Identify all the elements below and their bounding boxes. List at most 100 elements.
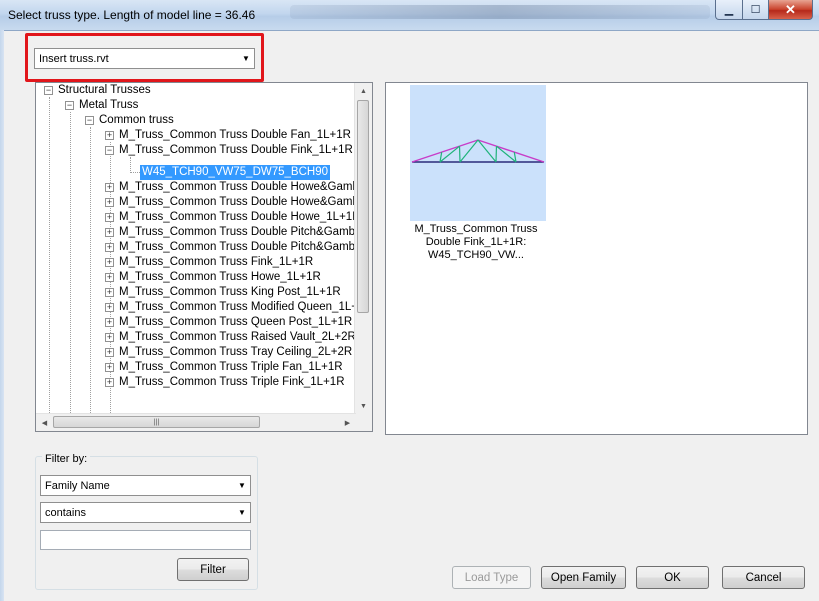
tree-node-label: M_Truss_Common Truss Modified Queen_1L+1 — [119, 301, 356, 313]
load-type-button[interactable]: Load Type — [452, 566, 531, 589]
tree-node-label: Metal Truss — [79, 99, 139, 111]
tree-node-family[interactable]: + M_Truss_Common Truss Double Howe_1L+1R — [105, 210, 356, 225]
tree-node-category[interactable]: − Common truss — [85, 113, 176, 128]
chevron-down-icon: ▼ — [238, 481, 246, 490]
tree-node-label: M_Truss_Common Truss Double Howe_1L+1R — [119, 211, 356, 223]
close-icon: ✕ — [785, 1, 796, 17]
tree-node-family[interactable]: + M_Truss_Common Truss King Post_1L+1R — [105, 285, 343, 300]
expand-icon[interactable]: + — [105, 213, 114, 222]
filter-field-select[interactable]: Family Name ▼ — [40, 475, 251, 496]
scroll-up-icon[interactable]: ▲ — [355, 83, 372, 100]
expand-icon[interactable]: + — [105, 273, 114, 282]
expand-icon[interactable]: + — [105, 228, 114, 237]
tree-node-family[interactable]: + M_Truss_Common Truss Double Pitch&Gambr… — [105, 225, 356, 240]
tree-node-label: M_Truss_Common Truss Double Fan_1L+1R — [119, 129, 351, 141]
scroll-down-icon[interactable]: ▼ — [355, 398, 372, 415]
tree-node-family[interactable]: + M_Truss_Common Truss Tray Ceiling_2L+2R — [105, 345, 354, 360]
tree-node-label: M_Truss_Common Truss Double Pitch&Gambre — [119, 226, 356, 238]
tree-node-label: Common truss — [99, 114, 174, 126]
tree-vertical-scrollbar[interactable]: ▲ ▼ — [354, 83, 372, 415]
expand-icon[interactable]: + — [105, 131, 114, 140]
tree-node-label: M_Truss_Common Truss Double Howe&Gambr — [119, 181, 356, 193]
expand-icon[interactable]: + — [105, 348, 114, 357]
tree-node-label: M_Truss_Common Truss King Post_1L+1R — [119, 286, 341, 298]
tree-horizontal-scrollbar[interactable]: ◀ ||| ▶ — [36, 413, 356, 431]
title-bar-background-text — [290, 5, 710, 19]
expand-icon[interactable]: + — [105, 303, 114, 312]
tree-node-label: M_Truss_Common Truss Howe_1L+1R — [119, 271, 321, 283]
tree-node-label: M_Truss_Common Truss Fink_1L+1R — [119, 256, 314, 268]
scroll-thumb[interactable]: ||| — [53, 416, 260, 428]
tree-node-family[interactable]: + M_Truss_Common Truss Raised Vault_2L+2R — [105, 330, 356, 345]
tree-line — [130, 157, 131, 173]
tree-node-family[interactable]: + M_Truss_Common Truss Fink_1L+1R — [105, 255, 315, 270]
expand-icon[interactable]: + — [105, 288, 114, 297]
file-select[interactable]: Insert truss.rvt ▼ — [34, 48, 255, 69]
tree-node-root[interactable]: − Structural Trusses — [44, 83, 153, 98]
truss-diagram — [411, 139, 545, 163]
window-title: Select truss type. Length of model line … — [8, 8, 256, 22]
ok-button[interactable]: OK — [636, 566, 709, 589]
tree-content: − Structural Trusses − Metal Truss − Com… — [36, 83, 356, 415]
filter-text-input[interactable] — [40, 530, 251, 550]
tree-node-label: M_Truss_Common Truss Double Pitch&Gambre — [119, 241, 356, 253]
tree-node-label: Structural Trusses — [58, 84, 151, 96]
maximize-icon: ☐ — [750, 4, 761, 16]
tree-node-label: M_Truss_Common Truss Triple Fan_1L+1R — [119, 361, 343, 373]
expand-icon[interactable]: + — [105, 333, 114, 342]
cancel-button[interactable]: Cancel — [722, 566, 805, 589]
family-tree[interactable]: − Structural Trusses − Metal Truss − Com… — [35, 82, 373, 432]
close-button[interactable]: ✕ — [769, 0, 813, 20]
expand-icon[interactable]: + — [105, 318, 114, 327]
maximize-button[interactable]: ☐ — [743, 0, 769, 20]
expand-icon[interactable]: + — [105, 243, 114, 252]
scrollbar-corner — [355, 414, 372, 431]
tree-node-folder[interactable]: − Metal Truss — [65, 98, 140, 113]
tree-node-label: M_Truss_Common Truss Double Fink_1L+1R — [119, 144, 353, 156]
tree-node-family[interactable]: + M_Truss_Common Truss Double Howe&Gambr — [105, 180, 356, 195]
tree-node-label: M_Truss_Common Truss Tray Ceiling_2L+2R — [119, 346, 353, 358]
expand-icon[interactable]: + — [105, 183, 114, 192]
tree-node-label: W45_TCH90_VW75_DW75_BCH90 — [140, 165, 330, 180]
filter-group-label: Filter by: — [42, 453, 91, 465]
chevron-down-icon: ▼ — [242, 54, 250, 63]
expand-icon[interactable]: + — [105, 363, 114, 372]
preview-panel: M_Truss_Common Truss Double Fink_1L+1R: … — [385, 82, 808, 435]
collapse-icon[interactable]: − — [65, 101, 74, 110]
scroll-thumb[interactable] — [357, 100, 369, 313]
collapse-icon[interactable]: − — [105, 146, 114, 155]
window-controls: ▁ ☐ ✕ — [715, 0, 813, 20]
tree-node-type-selected[interactable]: W45_TCH90_VW75_DW75_BCH90 — [140, 165, 330, 180]
tree-node-label: M_Truss_Common Truss Raised Vault_2L+2R — [119, 331, 356, 343]
title-bar[interactable]: Select truss type. Length of model line … — [0, 0, 819, 31]
tree-node-family[interactable]: + M_Truss_Common Truss Triple Fink_1L+1R — [105, 375, 347, 390]
open-family-button[interactable]: Open Family — [541, 566, 626, 589]
filter-field-value: Family Name — [45, 479, 110, 492]
truss-preview-thumbnail[interactable] — [410, 85, 546, 221]
collapse-icon[interactable]: − — [85, 116, 94, 125]
preview-caption: M_Truss_Common Truss Double Fink_1L+1R: … — [414, 223, 538, 261]
chevron-down-icon: ▼ — [238, 508, 246, 517]
filter-operator-value: contains — [45, 506, 86, 519]
tree-node-family-open[interactable]: − M_Truss_Common Truss Double Fink_1L+1R — [105, 143, 355, 158]
tree-node-label: M_Truss_Common Truss Triple Fink_1L+1R — [119, 376, 345, 388]
expand-icon[interactable]: + — [105, 378, 114, 387]
tree-node-family[interactable]: + M_Truss_Common Truss Double Fan_1L+1R — [105, 128, 353, 143]
expand-icon[interactable]: + — [105, 258, 114, 267]
expand-icon[interactable]: + — [105, 198, 114, 207]
collapse-icon[interactable]: − — [44, 86, 53, 95]
tree-node-family[interactable]: + M_Truss_Common Truss Double Howe&Gambr — [105, 195, 356, 210]
file-select-value: Insert truss.rvt — [39, 52, 109, 65]
tree-line — [130, 172, 140, 173]
filter-operator-select[interactable]: contains ▼ — [40, 502, 251, 523]
tree-node-family[interactable]: + M_Truss_Common Truss Queen Post_1L+1R — [105, 315, 354, 330]
tree-line — [49, 97, 50, 415]
tree-node-family[interactable]: + M_Truss_Common Truss Triple Fan_1L+1R — [105, 360, 345, 375]
tree-node-family[interactable]: + M_Truss_Common Truss Double Pitch&Gambr… — [105, 240, 356, 255]
minimize-button[interactable]: ▁ — [715, 0, 743, 20]
scroll-right-icon[interactable]: ▶ — [339, 414, 356, 431]
scroll-left-icon[interactable]: ◀ — [36, 414, 53, 431]
tree-node-family[interactable]: + M_Truss_Common Truss Modified Queen_1L+… — [105, 300, 356, 315]
tree-node-family[interactable]: + M_Truss_Common Truss Howe_1L+1R — [105, 270, 323, 285]
filter-button[interactable]: Filter — [177, 558, 249, 581]
